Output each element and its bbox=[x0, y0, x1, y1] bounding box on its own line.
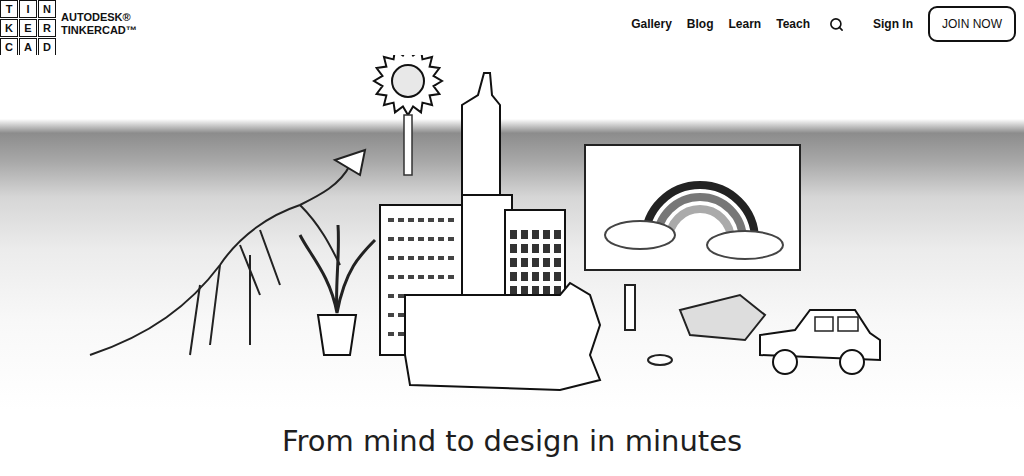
page: TIN KER CAD AUTODESK®TINKERCAD™ Gallery Blog L… bbox=[0, 0, 1024, 476]
search-button[interactable] bbox=[829, 17, 844, 32]
main-nav: Gallery Blog Learn Teach Sign In JOIN NOW bbox=[631, 0, 1016, 42]
logo-tile: N bbox=[38, 0, 56, 18]
logo-tile: E bbox=[19, 19, 37, 37]
hero-banner bbox=[0, 55, 1024, 410]
logo-tile: I bbox=[19, 0, 37, 18]
logo-tile: T bbox=[0, 0, 18, 18]
brand[interactable]: TIN KER CAD AUTODESK®TINKERCAD™ bbox=[0, 0, 137, 56]
sun-icon bbox=[374, 55, 442, 175]
brand-name: AUTODESK®TINKERCAD™ bbox=[61, 0, 137, 37]
heading-area: From mind to design in minutes bbox=[0, 410, 1024, 476]
nav-link[interactable]: Gallery bbox=[631, 17, 672, 31]
hero-image bbox=[0, 55, 1024, 410]
base-plate-icon bbox=[405, 283, 600, 390]
robot-icon bbox=[625, 285, 765, 365]
brand-line: TINKERCAD™ bbox=[61, 24, 137, 37]
nav-link[interactable]: Learn bbox=[729, 17, 762, 31]
logo-tile: A bbox=[19, 38, 37, 56]
rainbow-panel-icon bbox=[585, 145, 800, 270]
tinkercad-logo[interactable]: TIN KER CAD bbox=[0, 0, 56, 56]
nav-link[interactable]: Teach bbox=[776, 17, 810, 31]
join-now-button[interactable]: JOIN NOW bbox=[928, 6, 1016, 42]
plant-icon bbox=[300, 225, 375, 355]
hero-heading: From mind to design in minutes bbox=[282, 424, 742, 458]
logo-tile: R bbox=[38, 19, 56, 37]
sign-in-link[interactable]: Sign In bbox=[873, 17, 913, 31]
brand-line: AUTODESK® bbox=[61, 11, 137, 24]
dinosaur-icon bbox=[90, 150, 365, 355]
search-icon[interactable] bbox=[829, 17, 844, 32]
logo-tile: D bbox=[38, 38, 56, 56]
nav-link[interactable]: Blog bbox=[687, 17, 714, 31]
car-icon bbox=[760, 310, 880, 374]
logo-tile: K bbox=[0, 19, 18, 37]
top-bar: TIN KER CAD AUTODESK®TINKERCAD™ Gallery Blog L… bbox=[0, 0, 1024, 55]
logo-tile: C bbox=[0, 38, 18, 56]
